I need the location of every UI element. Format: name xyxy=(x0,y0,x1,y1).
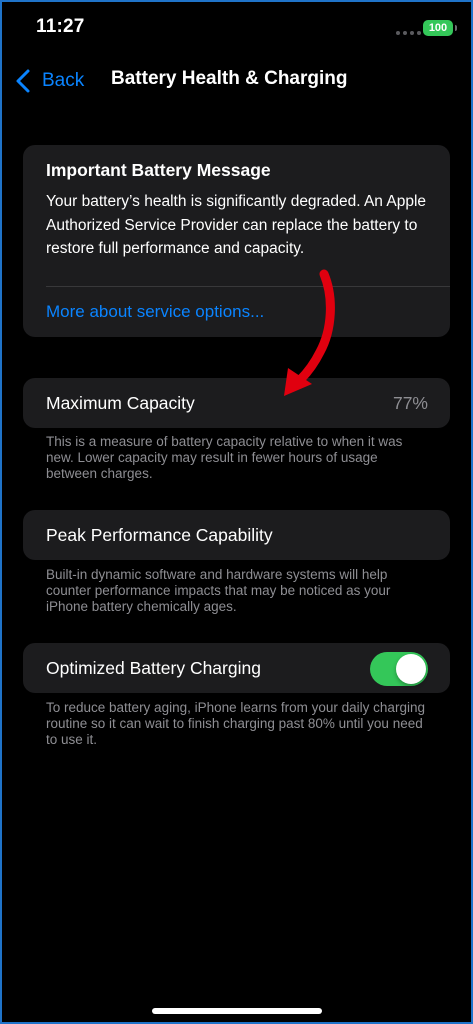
page-title: Battery Health & Charging xyxy=(111,68,348,89)
optimized-charging-label: Optimized Battery Charging xyxy=(46,658,261,678)
back-button-label: Back xyxy=(42,70,85,91)
peak-performance-row: Peak Performance Capability xyxy=(23,510,450,560)
optimized-charging-footnote: To reduce battery aging, iPhone learns f… xyxy=(46,700,425,747)
status-time: 11:27 xyxy=(36,16,85,37)
optimized-charging-row: Optimized Battery Charging xyxy=(23,643,450,693)
peak-performance-footnote: Built-in dynamic software and hardware s… xyxy=(46,567,391,614)
back-button[interactable]: Back xyxy=(12,66,84,96)
red-curved-arrow-icon xyxy=(284,269,335,396)
battery-message-title: Important Battery Message xyxy=(46,160,271,180)
home-indicator xyxy=(152,1008,322,1014)
battery-level-indicator: 100 xyxy=(423,20,457,36)
divider xyxy=(46,286,450,287)
maximum-capacity-footnote: This is a measure of battery capacity re… xyxy=(46,434,403,481)
peak-performance-label: Peak Performance Capability xyxy=(46,525,273,545)
battery-message-card: Important Battery Message Your battery’s… xyxy=(23,145,450,337)
service-options-link[interactable]: More about service options... xyxy=(46,302,264,322)
battery-message-body: Your battery’s health is significantly d… xyxy=(46,193,427,257)
maximum-capacity-label: Maximum Capacity xyxy=(46,393,195,413)
maximum-capacity-row: Maximum Capacity 77% xyxy=(23,378,450,428)
toggle-knob xyxy=(396,654,426,684)
maximum-capacity-value: 77% xyxy=(392,393,428,413)
battery-level-text: 100 xyxy=(428,22,448,34)
signal-dots-icon xyxy=(396,31,421,35)
optimized-charging-toggle[interactable] xyxy=(370,652,428,686)
chevron-left-icon xyxy=(16,69,30,93)
